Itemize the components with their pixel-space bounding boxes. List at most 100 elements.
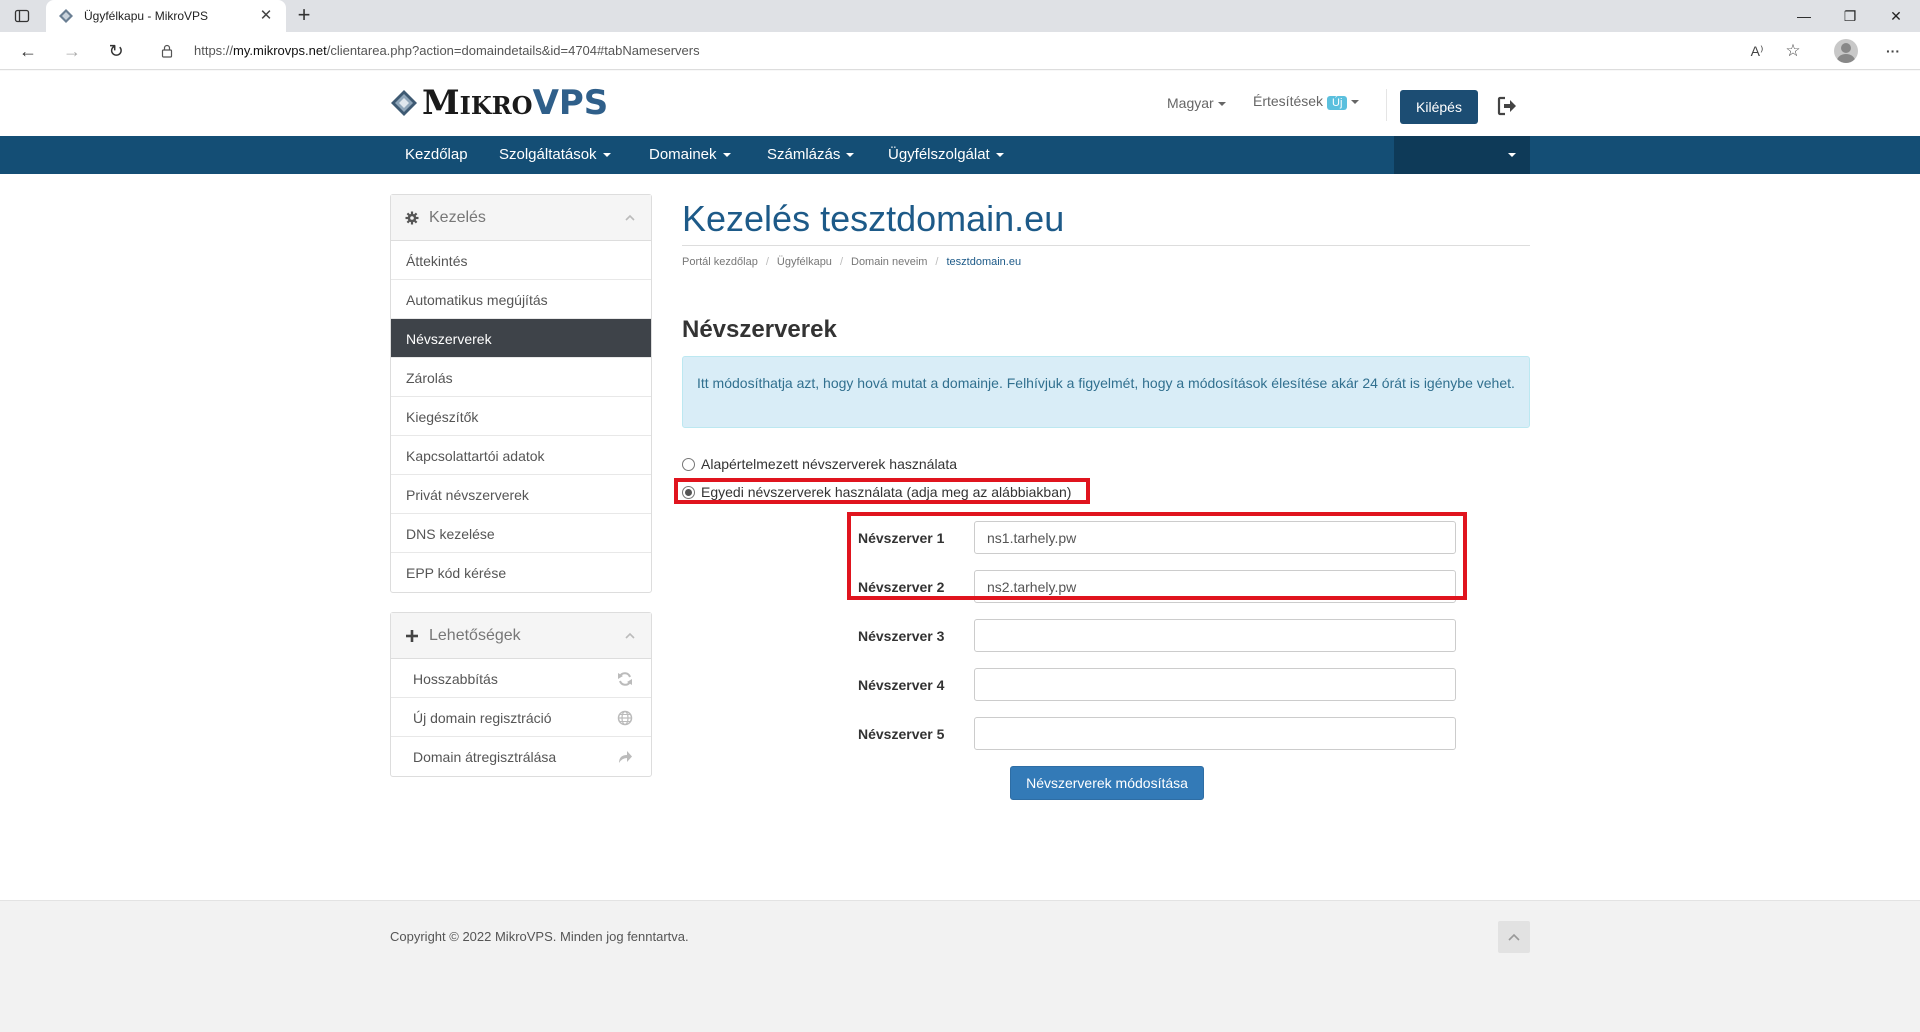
tab-close-icon[interactable]: ✕ <box>256 6 276 26</box>
sidebar-item-label: Kiegészítők <box>406 409 479 425</box>
browser-toolbar: ← → ↻ https://my.mikrovps.net/clientarea… <box>0 32 1920 70</box>
profile-avatar[interactable] <box>1834 39 1858 63</box>
nav-billing[interactable]: Számlázás <box>767 146 855 163</box>
account-menu-dropdown[interactable] <box>1394 136 1530 174</box>
sidebar-item-label: Áttekintés <box>406 253 468 269</box>
favorites-icon[interactable]: ☆ <box>1780 38 1806 64</box>
language-dropdown[interactable]: Magyar <box>1167 95 1226 111</box>
minimize-button[interactable]: — <box>1781 0 1827 32</box>
sidebar-item-label: Névszerverek <box>406 331 492 347</box>
logo-text: MikroVPS <box>422 83 608 123</box>
sidebar-item-contacts[interactable]: Kapcsolattartói adatok <box>391 436 651 475</box>
mikrovps-favicon-icon <box>59 9 73 23</box>
nav-home[interactable]: Kezdőlap <box>405 146 468 163</box>
sidebar-item-renew[interactable]: Hosszabbítás <box>391 659 651 698</box>
nav-support-label: Ügyfélszolgálat <box>888 146 990 163</box>
nav-services[interactable]: Szolgáltatások <box>499 146 611 163</box>
breadcrumb-separator: / <box>765 256 769 268</box>
options-panel-header[interactable]: Lehetőségek <box>391 613 651 659</box>
breadcrumb: Portál kezdőlap / Ügyfélkapu / Domain neveim… <box>682 256 1021 268</box>
highlight-custom-radio <box>674 478 1090 504</box>
caret-down-icon <box>602 153 611 158</box>
breadcrumb-portal-home[interactable]: Portál kezdőlap <box>682 256 758 268</box>
breadcrumb-current: tesztdomain.eu <box>946 256 1022 268</box>
caret-down-icon <box>722 153 731 158</box>
read-aloud-icon[interactable]: A⁾ <box>1744 38 1770 64</box>
nav-billing-label: Számlázás <box>767 146 841 163</box>
url-domain: my.mikrovps.net <box>233 43 327 58</box>
sidebar-item-label: EPP kód kérése <box>406 565 507 581</box>
sidebar-item-label: Új domain regisztráció <box>413 710 552 726</box>
sign-out-icon[interactable] <box>1496 95 1518 117</box>
nav-support[interactable]: Ügyfélszolgálat <box>888 146 1004 163</box>
radio-default-nameservers[interactable]: Alapértelmezett névszerverek használata <box>682 456 957 472</box>
logout-button[interactable]: Kilépés <box>1400 90 1478 124</box>
chevron-up-icon[interactable] <box>625 631 635 641</box>
options-panel: Lehetőségek Hosszabbítás Új domain regis… <box>390 612 652 777</box>
nameserver-4-input[interactable] <box>974 668 1456 701</box>
manage-panel-header[interactable]: Kezelés <box>391 195 651 241</box>
page-title: Kezelés tesztdomain.eu <box>682 198 1065 239</box>
url-text[interactable]: https://my.mikrovps.net/clientarea.php?a… <box>194 43 700 58</box>
site-footer: Copyright © 2022 MikroVPS. Minden jog fe… <box>0 900 1920 1032</box>
section-title: Névszerverek <box>682 316 837 343</box>
reload-button[interactable]: ↻ <box>102 38 130 64</box>
sidebar-item-addons[interactable]: Kiegészítők <box>391 397 651 436</box>
sidebar-item-epp[interactable]: EPP kód kérése <box>391 553 651 592</box>
sidebar-item-label: Hosszabbítás <box>413 671 498 687</box>
nav-services-label: Szolgáltatások <box>499 146 597 163</box>
breadcrumb-client-area[interactable]: Ügyfélkapu <box>777 256 832 268</box>
nameserver-5-input[interactable] <box>974 717 1456 750</box>
sidebar-item-overview[interactable]: Áttekintés <box>391 241 651 280</box>
sidebar-item-transfer[interactable]: Domain átregisztrálása <box>391 737 651 776</box>
logo-mikro: Mikro <box>422 83 533 123</box>
window-close-button[interactable]: ✕ <box>1873 0 1919 32</box>
tab-title: Ügyfélkapu - MikroVPS <box>84 9 209 23</box>
sidebar-item-label: Privát névszerverek <box>406 487 529 503</box>
caret-down-icon <box>1351 100 1360 105</box>
back-to-top-button[interactable] <box>1498 921 1530 953</box>
highlight-nameserver-fields <box>847 512 1467 600</box>
nameserver-4-label: Névszerver 4 <box>858 677 945 693</box>
nameserver-3-input[interactable] <box>974 619 1456 652</box>
browser-tab[interactable]: Ügyfélkapu - MikroVPS ✕ <box>46 0 286 32</box>
more-menu-icon[interactable]: ··· <box>1880 38 1906 64</box>
notifications-dropdown[interactable]: Értesítések Új <box>1253 93 1360 110</box>
sidebar-item-lock[interactable]: Zárolás <box>391 358 651 397</box>
title-divider <box>682 245 1530 246</box>
caret-down-icon <box>846 153 855 158</box>
page-body: Kezelés Áttekintés Automatikus megújítás… <box>0 174 1920 900</box>
info-alert: Itt módosíthatja azt, hogy hová mutat a … <box>682 356 1530 428</box>
breadcrumb-my-domains[interactable]: Domain neveim <box>851 256 927 268</box>
sidebar-item-nameservers[interactable]: Névszerverek <box>391 319 651 358</box>
radio-button[interactable] <box>682 457 695 471</box>
sidebar-item-register[interactable]: Új domain regisztráció <box>391 698 651 737</box>
copyright-text: Copyright © 2022 MikroVPS. Minden jog fe… <box>390 929 689 944</box>
sidebar-item-private-nameservers[interactable]: Privát névszerverek <box>391 475 651 514</box>
chevron-up-icon <box>1508 933 1520 941</box>
mikrovps-logo[interactable]: MikroVPS <box>390 83 608 123</box>
restore-button[interactable]: ❐ <box>1827 0 1873 32</box>
chevron-up-icon[interactable] <box>625 213 635 223</box>
back-button[interactable]: ← <box>14 38 42 64</box>
url-path: /clientarea.php?action=domaindetails&id=… <box>326 43 700 58</box>
nameserver-5-label: Névszerver 5 <box>858 726 945 742</box>
lock-icon[interactable] <box>160 44 174 58</box>
logo-vps: VPS <box>532 83 609 123</box>
nav-domains-label: Domainek <box>649 146 717 163</box>
main-navigation: Kezdőlap Szolgáltatások Domainek Számláz… <box>0 136 1920 174</box>
nav-domains[interactable]: Domainek <box>649 146 731 163</box>
sidebar-item-label: DNS kezelése <box>406 526 495 542</box>
sidebar-item-auto-renew[interactable]: Automatikus megújítás <box>391 280 651 319</box>
new-tab-button[interactable]: + <box>292 4 316 28</box>
change-nameservers-button[interactable]: Névszerverek módosítása <box>1010 766 1204 800</box>
sidebar-item-label: Kapcsolattartói adatok <box>406 448 545 464</box>
forward-button[interactable]: → <box>58 38 86 64</box>
address-bar[interactable]: https://my.mikrovps.net/clientarea.php?a… <box>146 36 1826 66</box>
options-panel-title: Lehetőségek <box>429 627 521 644</box>
sidebar-item-label: Automatikus megújítás <box>406 292 548 308</box>
tab-actions-icon[interactable] <box>14 8 30 24</box>
sidebar-item-label: Zárolás <box>406 370 453 386</box>
sidebar-item-dns[interactable]: DNS kezelése <box>391 514 651 553</box>
header-divider <box>1386 89 1387 121</box>
